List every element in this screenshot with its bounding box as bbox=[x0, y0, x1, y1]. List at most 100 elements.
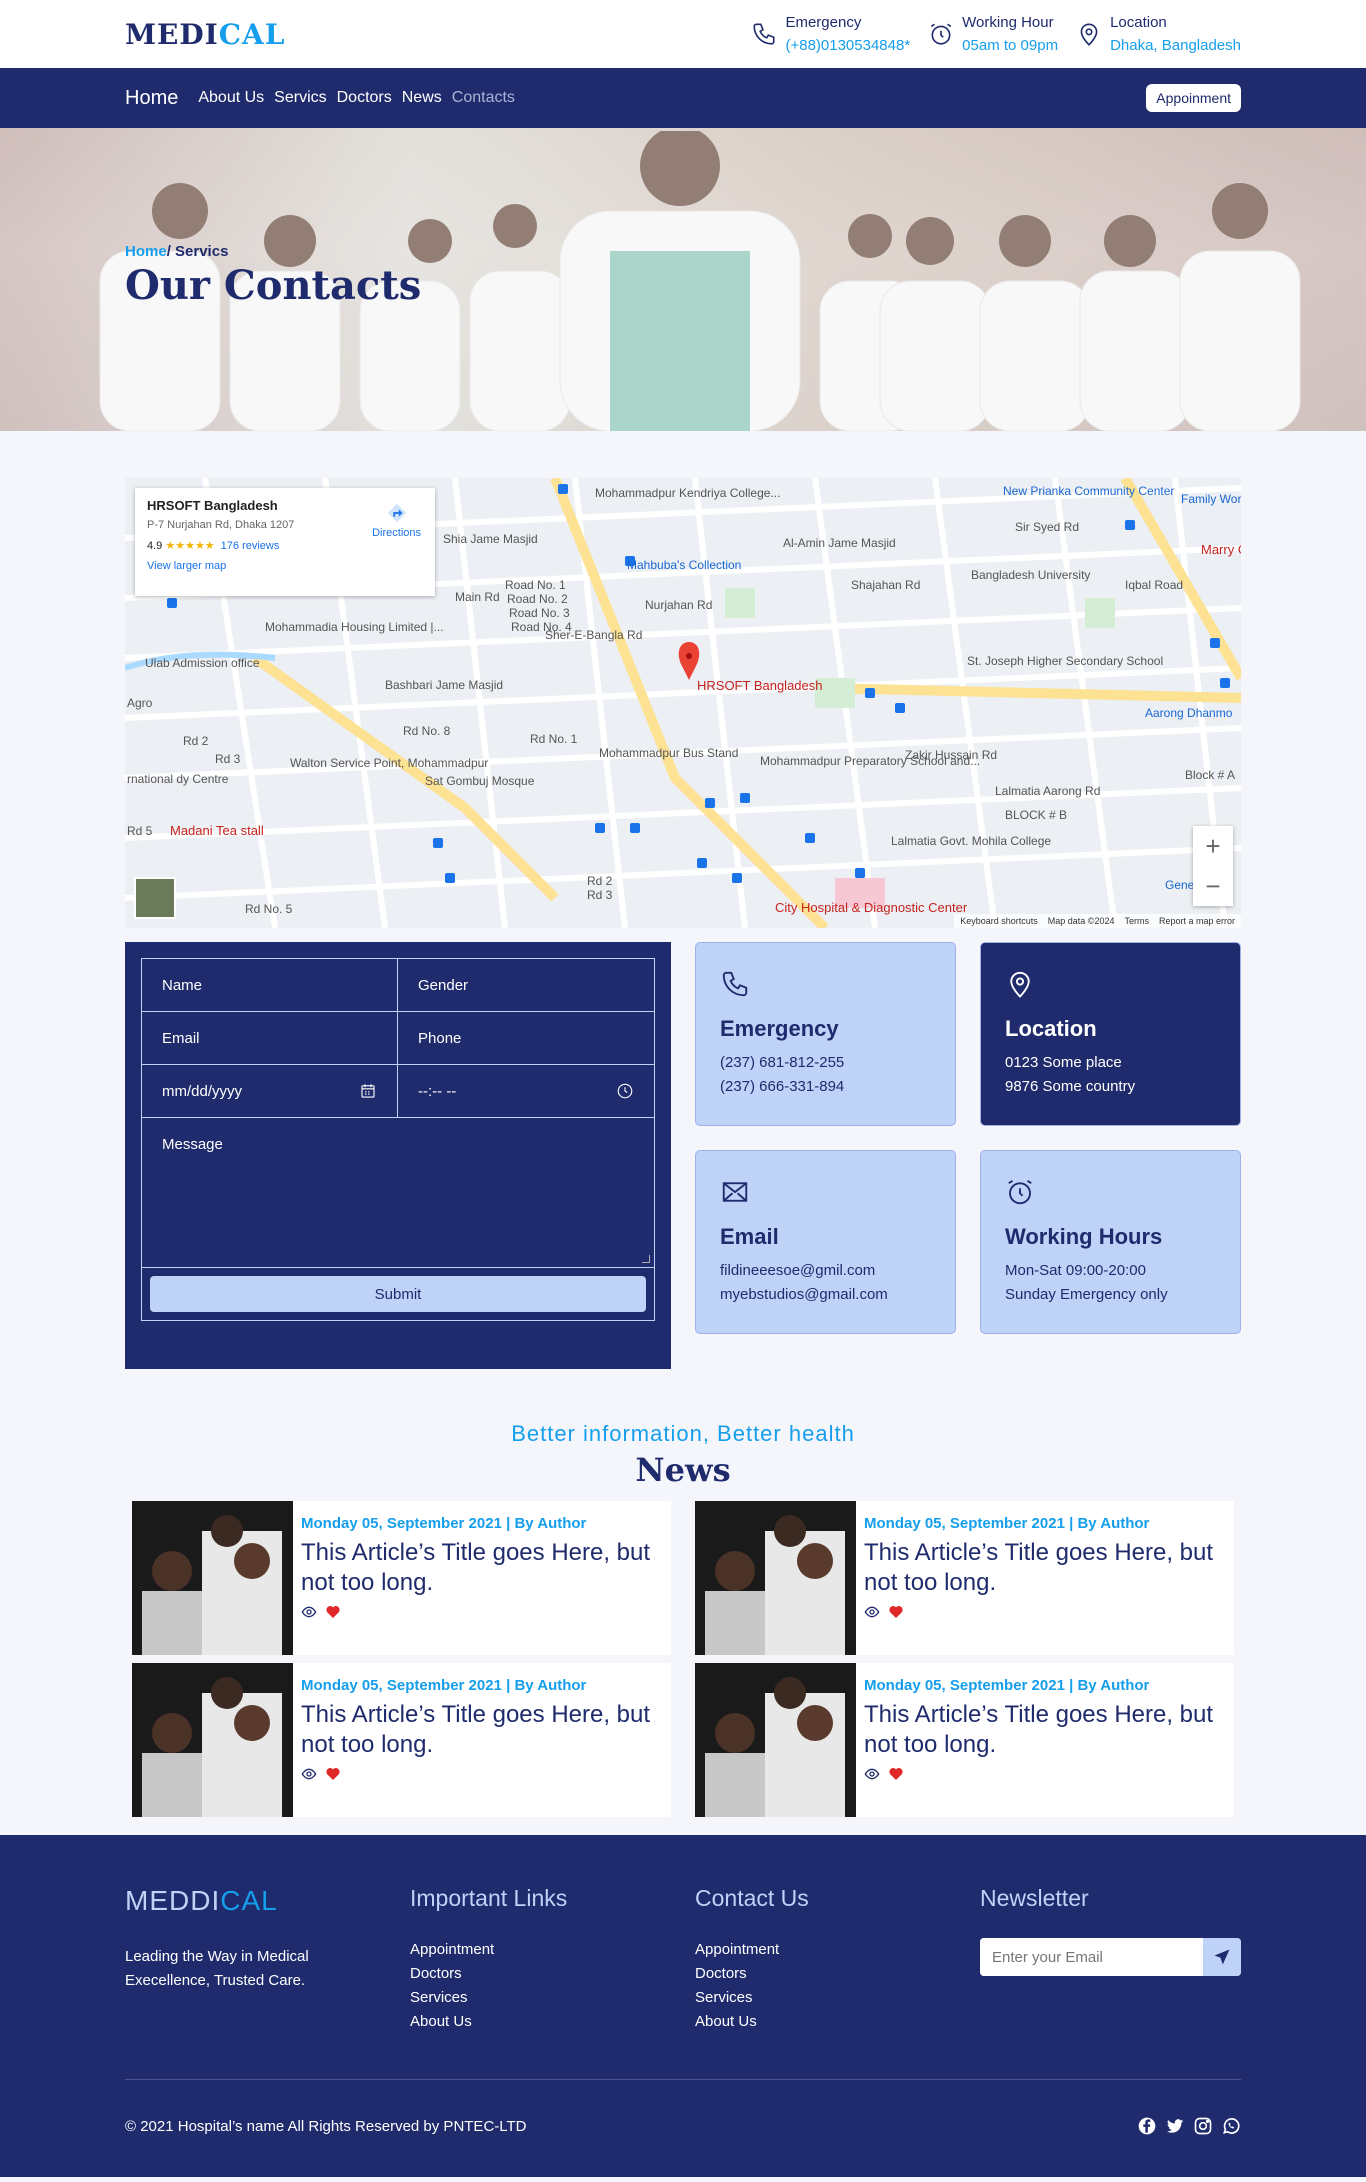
submit-button[interactable]: Submit bbox=[150, 1276, 646, 1312]
map-label: Road No. 1 bbox=[505, 578, 566, 592]
news-card[interactable]: Monday 05, September 2021 | By Author Th… bbox=[132, 1663, 671, 1817]
view-larger-map-link[interactable]: View larger map bbox=[147, 560, 423, 572]
footer-link[interactable]: Doctors bbox=[410, 1962, 695, 1986]
map-label: Rd 3 bbox=[587, 888, 613, 902]
terms-link[interactable]: Terms bbox=[1124, 916, 1149, 926]
rating-value: 4.9 bbox=[147, 540, 163, 552]
news-article-title[interactable]: This Article’s Title goes Here, but not … bbox=[864, 1538, 1226, 1598]
nav-contacts[interactable]: Contacts bbox=[452, 89, 515, 107]
map-label: Al-Amin Jame Masjid bbox=[783, 536, 896, 550]
news-meta: Monday 05, September 2021 | By Author bbox=[864, 1677, 1150, 1694]
news-card[interactable]: Monday 05, September 2021 | By Author Th… bbox=[132, 1501, 671, 1655]
contact-cards: Emergency (237) 681-812-255 (237) 666-33… bbox=[695, 942, 1241, 1334]
heart-icon[interactable] bbox=[888, 1766, 904, 1782]
logo[interactable]: MEDICAL bbox=[125, 18, 285, 51]
directions-button[interactable]: Directions bbox=[372, 502, 421, 539]
news-thumbnail[interactable] bbox=[695, 1663, 856, 1817]
map-label: rnational dy Centre bbox=[127, 772, 229, 786]
working-hours-card: Working Hours Mon-Sat 09:00-20:00 Sunday… bbox=[980, 1150, 1241, 1334]
embedded-map[interactable]: Mohammadpur Kendriya College... Shia Jam… bbox=[125, 478, 1241, 928]
zoom-in-button[interactable]: + bbox=[1193, 826, 1233, 866]
footer-link[interactable]: Appointment bbox=[410, 1938, 695, 1962]
nav-links: Home About Us Servics Doctors News Conta… bbox=[125, 87, 515, 110]
breadcrumb: Home/ Servics bbox=[125, 243, 421, 260]
news-thumbnail[interactable] bbox=[695, 1501, 856, 1655]
heart-icon[interactable] bbox=[325, 1604, 341, 1620]
footer-brand: MEDDICAL Leading the Way in Medical Exec… bbox=[125, 1885, 410, 2034]
name-field[interactable]: Name bbox=[142, 959, 398, 1012]
info-value: 05am to 09pm bbox=[962, 37, 1059, 54]
clock-icon[interactable] bbox=[616, 1082, 634, 1100]
newsletter-email-input[interactable] bbox=[980, 1938, 1203, 1976]
newsletter-submit-button[interactable] bbox=[1203, 1938, 1241, 1976]
nav-services[interactable]: Servics bbox=[274, 89, 326, 107]
phone-field[interactable]: Phone bbox=[398, 1012, 654, 1065]
time-field[interactable]: --:-- -- bbox=[398, 1065, 654, 1118]
news-thumbnail[interactable] bbox=[132, 1663, 293, 1817]
copyright: © 2021 Hospital’s name All Rights Reserv… bbox=[125, 2117, 527, 2135]
map-label: BLOCK # B bbox=[1005, 808, 1068, 822]
card-line: 0123 Some place bbox=[1005, 1054, 1122, 1071]
email-placeholder: Email bbox=[162, 1029, 200, 1047]
news-card[interactable]: Monday 05, September 2021 | By Author Th… bbox=[695, 1501, 1234, 1655]
calendar-icon[interactable] bbox=[359, 1082, 377, 1100]
news-grid: Monday 05, September 2021 | By Author Th… bbox=[132, 1501, 1234, 1817]
zoom-out-button[interactable]: − bbox=[1193, 866, 1233, 906]
nav-home[interactable]: Home bbox=[125, 87, 178, 110]
footer-contact-us: Contact Us Appointment Doctors Services … bbox=[695, 1885, 980, 2034]
nav-doctors[interactable]: Doctors bbox=[337, 89, 392, 107]
map-label: New Prianka Community Center bbox=[1003, 484, 1175, 498]
map-pin-label[interactable]: HRSOFT Bangladesh bbox=[697, 678, 823, 693]
footer-link[interactable]: Doctors bbox=[695, 1962, 980, 1986]
news-card[interactable]: Monday 05, September 2021 | By Author Th… bbox=[695, 1663, 1234, 1817]
news-title: News bbox=[635, 1451, 731, 1489]
map-label: Lalmatia Govt. Mohila College bbox=[891, 834, 1052, 848]
eye-icon[interactable] bbox=[864, 1604, 880, 1620]
breadcrumb-home[interactable]: Home bbox=[125, 243, 167, 260]
message-textarea[interactable]: Message bbox=[142, 1118, 654, 1268]
footer-link[interactable]: Appointment bbox=[695, 1938, 980, 1962]
instagram-icon[interactable] bbox=[1193, 2116, 1213, 2136]
map-label: Agro bbox=[127, 696, 153, 710]
map-label: Mohammadia Housing Limited |... bbox=[265, 620, 444, 634]
map-label: Mohammadpur Bus Stand bbox=[599, 746, 739, 760]
reviews-link[interactable]: 176 reviews bbox=[221, 540, 280, 552]
phone-icon bbox=[722, 971, 748, 997]
news-article-title[interactable]: This Article’s Title goes Here, but not … bbox=[301, 1538, 663, 1598]
footer-link[interactable]: Services bbox=[695, 1986, 980, 2010]
footer-link[interactable]: About Us bbox=[410, 2010, 695, 2034]
page-title: Our Contacts bbox=[125, 262, 422, 309]
whatsapp-icon[interactable] bbox=[1221, 2116, 1241, 2136]
footer-logo[interactable]: MEDDICAL bbox=[125, 1885, 410, 1917]
eye-icon[interactable] bbox=[301, 1604, 317, 1620]
date-placeholder: mm/dd/yyyy bbox=[162, 1082, 243, 1100]
news-article-title[interactable]: This Article’s Title goes Here, but not … bbox=[301, 1700, 663, 1760]
map-label: Main Rd bbox=[455, 590, 500, 604]
twitter-icon[interactable] bbox=[1165, 2116, 1185, 2136]
map-label: Iqbal Road bbox=[1125, 578, 1184, 592]
phone-icon bbox=[753, 23, 776, 45]
footer-link[interactable]: About Us bbox=[695, 2010, 980, 2034]
email-field[interactable]: Email bbox=[142, 1012, 398, 1065]
news-article-title[interactable]: This Article’s Title goes Here, but not … bbox=[864, 1700, 1226, 1760]
date-field[interactable]: mm/dd/yyyy bbox=[142, 1065, 398, 1118]
nav-news[interactable]: News bbox=[402, 89, 442, 107]
heart-icon[interactable] bbox=[888, 1604, 904, 1620]
keyboard-shortcuts-link[interactable]: Keyboard shortcuts bbox=[960, 916, 1038, 926]
footer-link[interactable]: Services bbox=[410, 1986, 695, 2010]
news-thumbnail[interactable] bbox=[132, 1501, 293, 1655]
resize-handle[interactable] bbox=[642, 1255, 650, 1263]
map-zoom-controls: + − bbox=[1193, 826, 1233, 906]
map-label: Walton Service Point, Mohammadpur bbox=[290, 756, 489, 770]
report-map-error-link[interactable]: Report a map error bbox=[1159, 916, 1235, 926]
heart-icon[interactable] bbox=[325, 1766, 341, 1782]
card-title: Emergency bbox=[720, 1016, 839, 1041]
facebook-icon[interactable] bbox=[1137, 2116, 1157, 2136]
eye-icon[interactable] bbox=[864, 1766, 880, 1782]
info-title: Location bbox=[1110, 14, 1167, 31]
footer-heading: Contact Us bbox=[695, 1885, 809, 1911]
nav-about[interactable]: About Us bbox=[198, 89, 264, 107]
eye-icon[interactable] bbox=[301, 1766, 317, 1782]
appointment-button[interactable]: Appoinment bbox=[1146, 84, 1241, 112]
gender-field[interactable]: Gender bbox=[398, 959, 654, 1012]
